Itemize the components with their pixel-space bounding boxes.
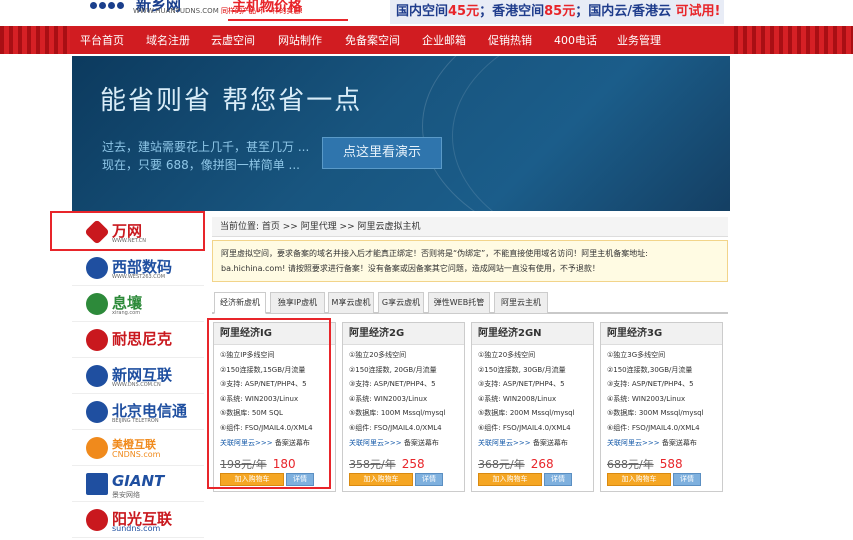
product-features: ①独立20多线空间 ②150连接数, 30GB/月流量 ③支持: ASP/NET… — [472, 345, 593, 452]
nav-decoration-left — [0, 26, 70, 54]
breadcrumb: 当前位置: 首页 >> 阿里代理 >> 阿里云虚拟主机 — [212, 217, 728, 237]
banner-decoration — [452, 56, 730, 211]
feature-item: ④系统: WIN2003/Linux — [349, 394, 428, 403]
feature-item: ⑤数据库: 300M Mssql/mysql — [607, 409, 704, 418]
feature-item: ②150连接数, 30GB/月流量 — [478, 365, 566, 374]
aliyun-link[interactable]: 关联阿里云>>> — [607, 439, 660, 447]
feature-item: ③支持: ASP/NET/PHP4、5 — [349, 380, 436, 389]
notice-line-1: 阿里虚拟空间，要求备案的域名并接入后才能真正绑定！否则将是“伪绑定”，不能直接使… — [221, 249, 648, 258]
tab-cloud-server[interactable]: 阿里云主机 — [494, 292, 548, 314]
product-card: 阿里经济2GN ①独立20多线空间 ②150连接数, 30GB/月流量 ③支持:… — [471, 322, 594, 492]
partner-logo[interactable]: 西部数码 WWW.WEST263.COM — [72, 252, 204, 286]
product-tabs: 经济新虚机 独享IP虚机 M享云虚机 G享云虚机 弹性WEB托管 阿里云主机 — [212, 292, 728, 314]
aliyun-link[interactable]: 关联阿里云>>> — [478, 439, 531, 447]
header-divider — [228, 19, 348, 21]
details-button[interactable]: 详情 — [673, 473, 701, 486]
partner-logo-list: 万网 WWW.NET.CN 西部数码 WWW.WEST263.COM 息壤 xiran… — [72, 216, 204, 540]
nav-item-domain[interactable]: 域名注册 — [146, 32, 190, 48]
product-title: 阿里经济2GN — [472, 323, 593, 345]
teletron-logo-icon — [86, 401, 108, 423]
aliyun-link[interactable]: 关联阿里云>>> — [349, 439, 402, 447]
feature-link-row: 关联阿里云>>> 备案送幕布 — [478, 438, 568, 447]
partner-logo[interactable]: 北京电信通 BEIJING TELETRON — [72, 396, 204, 430]
product-title: 阿里经济2G — [343, 323, 464, 345]
feature-item: ⑤数据库: 200M Mssql/mysql — [478, 409, 575, 418]
feature-item: ②150连接数, 20GB/月流量 — [349, 365, 437, 374]
partner-logo[interactable]: 息壤 xirang.com — [72, 288, 204, 322]
promo-banner: 国内空间45元；香港空间85元；国内云/香港云 可试用! — [390, 0, 724, 24]
product-card: 阿里经济3G ①独立3G多线空间 ②150连接数,30GB/月流量 ③支持: A… — [600, 322, 723, 492]
partner-logo[interactable]: 阳光互联 sundns.com — [72, 504, 204, 538]
feature-item: ⑤数据库: 100M Mssql/mysql — [349, 409, 446, 418]
details-button[interactable]: 详情 — [415, 473, 443, 486]
add-to-cart-button[interactable]: 加入购物车 — [607, 473, 671, 486]
product-price: 358元/年 258 — [349, 457, 425, 471]
details-button[interactable]: 详情 — [544, 473, 572, 486]
notice-line-2: ba.hichina.com! 请按照要求进行备案！没有备案或因备案其它问题，造… — [221, 264, 600, 273]
nav-inner: 平台首页 域名注册 云虚空间 网站制作 免备案空间 企业邮箱 促销热销 400电… — [70, 26, 734, 54]
banner-headline: 能省则省 帮您省一点 — [100, 86, 363, 116]
site-header: 新乡网 WWW.HUANYUDNS.COM 同样的产品 不一样的实惠! 主机物价… — [0, 0, 853, 26]
partner-logo[interactable]: 耐思尼克 — [72, 324, 204, 358]
feature-link-row: 关联阿里云>>> 备案送幕布 — [607, 438, 697, 447]
product-price: 368元/年 268 — [478, 457, 554, 471]
feature-item: ⑥组件: FSO/JMAIL4.0/XML4 — [349, 423, 442, 432]
nav-item-home[interactable]: 平台首页 — [80, 32, 124, 48]
nav-item-hosting[interactable]: 云虚空间 — [211, 32, 255, 48]
main-nav: 平台首页 域名注册 云虚空间 网站制作 免备案空间 企业邮箱 促销热销 400电… — [0, 26, 853, 54]
partner-logo[interactable]: 美橙互联 CNDNS.com — [72, 432, 204, 466]
nav-item-400[interactable]: 400电话 — [554, 32, 597, 48]
nav-item-promo[interactable]: 促销热销 — [488, 32, 532, 48]
nav-item-manage[interactable]: 业务管理 — [617, 32, 661, 48]
add-to-cart-button[interactable]: 加入购物车 — [349, 473, 413, 486]
banner-line-2: 现在，只要 688，像拼图一样简单 ... — [102, 158, 300, 172]
watch-demo-button[interactable]: 点这里看演示 — [322, 137, 442, 169]
tab-elastic-web[interactable]: 弹性WEB托管 — [428, 292, 490, 314]
feature-item: ⑥组件: FSO/JMAIL4.0/XML4 — [478, 423, 571, 432]
tab-m-cloud[interactable]: M享云虚机 — [328, 292, 374, 314]
nav-item-mail[interactable]: 企业邮箱 — [422, 32, 466, 48]
sundns-logo-icon — [86, 509, 108, 531]
feature-item: ④系统: WIN2008/Linux — [478, 394, 557, 403]
product-features: ①独立3G多线空间 ②150连接数,30GB/月流量 ③支持: ASP/NET/… — [601, 345, 722, 452]
hero-banner: 能省则省 帮您省一点 过去，建站需要花上几千，甚至几万 ... 现在，只要 68… — [72, 56, 730, 211]
product-title: 阿里经济3G — [601, 323, 722, 345]
xirang-logo-icon — [86, 293, 108, 315]
tab-economy[interactable]: 经济新虚机 — [214, 292, 266, 314]
feature-item: ②150连接数,30GB/月流量 — [607, 365, 693, 374]
product-price: 688元/年 588 — [607, 457, 683, 471]
feature-item: ③支持: ASP/NET/PHP4、5 — [607, 380, 694, 389]
nav-item-website[interactable]: 网站制作 — [278, 32, 322, 48]
highlight-box — [50, 211, 205, 251]
tab-g-cloud[interactable]: G享云虚机 — [378, 292, 424, 314]
feature-item: ①独立20多线空间 — [349, 351, 407, 359]
nicenic-logo-icon — [86, 329, 108, 351]
xinnet-logo-icon — [86, 365, 108, 387]
product-card: 阿里经济2G ①独立20多线空间 ②150连接数, 20GB/月流量 ③支持: … — [342, 322, 465, 492]
giant-logo-icon — [86, 473, 108, 495]
highlight-box — [207, 318, 331, 489]
logo-dots-icon — [88, 0, 130, 16]
feature-item: ①独立20多线空间 — [478, 351, 536, 359]
notice-box: 阿里虚拟空间，要求备案的域名并接入后才能真正绑定！否则将是“伪绑定”，不能直接使… — [212, 240, 728, 282]
header-slogan: 主机物价格 — [232, 0, 302, 15]
feature-item: ①独立3G多线空间 — [607, 351, 666, 359]
feature-item: ④系统: WIN2003/Linux — [607, 394, 686, 403]
partner-logo[interactable]: GIANT 景安网络 — [72, 468, 204, 502]
cndns-logo-icon — [86, 437, 108, 459]
west263-logo-icon — [86, 257, 108, 279]
feature-item: ③支持: ASP/NET/PHP4、5 — [478, 380, 565, 389]
feature-item: ⑥组件: FSO/JMAIL4.0/XML4 — [607, 423, 700, 432]
nav-item-no-icp-hosting[interactable]: 免备案空间 — [345, 32, 400, 48]
nav-decoration-right — [734, 26, 853, 54]
banner-line-1: 过去，建站需要花上几千，甚至几万 ... — [102, 140, 310, 154]
feature-link-row: 关联阿里云>>> 备案送幕布 — [349, 438, 439, 447]
partner-logo[interactable]: 新网互联 WWW.DNS.COM.CN — [72, 360, 204, 394]
product-features: ①独立20多线空间 ②150连接数, 20GB/月流量 ③支持: ASP/NET… — [343, 345, 464, 452]
tab-dedicated-ip[interactable]: 独享IP虚机 — [270, 292, 325, 314]
add-to-cart-button[interactable]: 加入购物车 — [478, 473, 542, 486]
